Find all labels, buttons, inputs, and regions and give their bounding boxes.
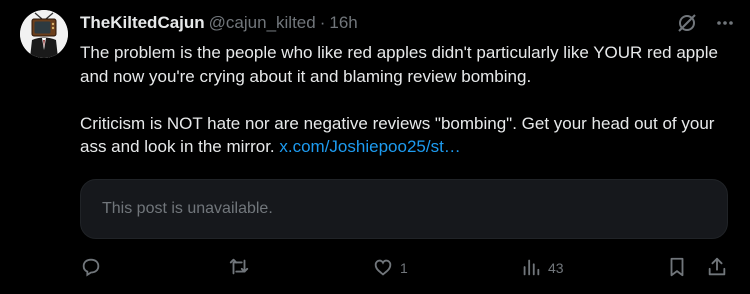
- separator-dot: ·: [319, 13, 326, 32]
- repost-arrows-icon: [228, 256, 250, 281]
- bookmark-button[interactable]: [666, 254, 688, 282]
- repost-button[interactable]: [228, 254, 256, 282]
- tweet-text: The problem is the people who like red a…: [80, 41, 720, 159]
- timestamp[interactable]: 16h: [329, 12, 357, 34]
- bar-chart-icon: [520, 256, 542, 281]
- action-bar: 1 43: [80, 254, 740, 282]
- grok-slash-circle-icon[interactable]: [676, 12, 698, 34]
- tweet-paragraph-2: Criticism is NOT hate nor are negative r…: [80, 112, 720, 159]
- reply-button[interactable]: [80, 254, 108, 282]
- top-actions: [676, 12, 734, 34]
- share-upload-icon: [706, 256, 728, 281]
- author-handle[interactable]: @cajun_kilted: [209, 12, 316, 34]
- unavailable-message: This post is unavailable.: [102, 200, 273, 217]
- author-display-name[interactable]: TheKiltedCajun: [80, 12, 205, 34]
- quoted-post-unavailable: This post is unavailable.: [80, 179, 728, 239]
- like-button[interactable]: 1: [372, 254, 408, 282]
- avatar[interactable]: [20, 10, 68, 58]
- heart-icon: [372, 256, 394, 281]
- views-button[interactable]: 43: [520, 254, 564, 282]
- tweet-header: TheKiltedCajun @cajun_kilted · 16h: [80, 12, 358, 34]
- tweet-link[interactable]: x.com/Joshiepoo25/st…: [279, 137, 460, 156]
- like-count: 1: [400, 260, 408, 276]
- bookmark-icon: [666, 256, 688, 281]
- tweet-paragraph-1: The problem is the people who like red a…: [80, 43, 718, 86]
- reply-bubble-icon: [80, 256, 102, 281]
- more-dots-icon[interactable]: [716, 14, 734, 32]
- tweet[interactable]: TheKiltedCajun @cajun_kilted · 16h The p…: [0, 0, 750, 294]
- views-count: 43: [548, 260, 564, 276]
- share-button[interactable]: [706, 254, 728, 282]
